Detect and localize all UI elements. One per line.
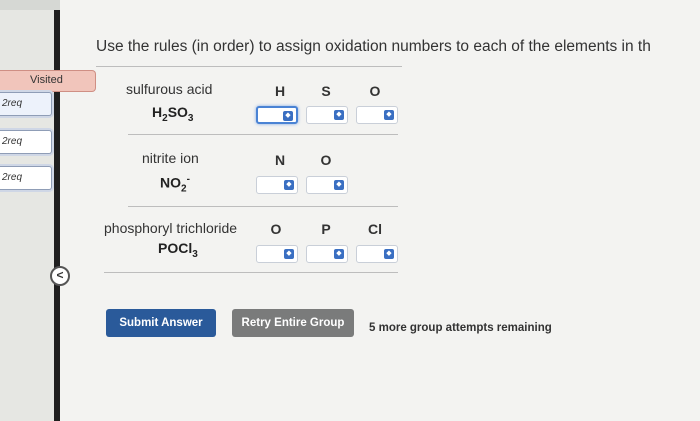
visited-tab[interactable]: Visited [0,70,96,92]
compound-formula: H2SO3 [152,104,194,124]
element-label: S [321,83,331,99]
oxidation-select-s[interactable]: ◆ [306,106,348,124]
divider [128,134,398,135]
chevron-up-down-icon: ◆ [284,180,294,190]
chevron-up-down-icon: ◆ [334,180,344,190]
chevron-up-down-icon: ◆ [334,249,344,259]
element-label: O [320,152,332,168]
chevron-up-down-icon: ◆ [334,110,344,120]
attempts-remaining: 5 more group attempts remaining [369,322,552,334]
compound-name: phosphoryl trichloride [104,220,238,236]
chevron-up-down-icon: ◆ [284,249,294,259]
chevron-up-down-icon: ◆ [384,110,394,120]
sidebar-item-req-3[interactable]: 2req [0,166,52,190]
submit-answer-button[interactable]: Submit Answer [106,309,216,337]
compound-name: sulfurous acid [126,81,213,97]
divider [128,206,398,207]
chevron-up-down-icon: ◆ [384,249,394,259]
element-label: P [321,221,331,237]
element-label: N [274,152,286,168]
chevron-up-down-icon: ◆ [283,111,293,121]
oxidation-select-n[interactable]: ◆ [256,176,298,194]
back-icon[interactable]: < [50,266,70,286]
divider [104,272,398,273]
compound-formula: POCl3 [158,240,198,260]
sidebar-item-req-2[interactable]: 2req [0,130,52,154]
sidebar [0,0,60,421]
oxidation-select-h[interactable]: ◆ [256,106,298,124]
element-label: H [274,83,286,99]
sidebar-item-req-1[interactable]: 2req [0,92,52,116]
sidebar-top-tab [0,0,60,10]
element-label: O [270,221,282,237]
divider [96,66,402,67]
oxidation-select-o[interactable]: ◆ [356,106,398,124]
instruction-text: Use the rules (in order) to assign oxida… [96,38,651,55]
oxidation-select-cl[interactable]: ◆ [356,245,398,263]
element-label: O [369,83,381,99]
element-label: Cl [368,221,382,237]
retry-entire-group-button[interactable]: Retry Entire Group [232,309,354,337]
oxidation-select-o[interactable]: ◆ [306,176,348,194]
oxidation-select-p[interactable]: ◆ [306,245,348,263]
oxidation-select-o[interactable]: ◆ [256,245,298,263]
compound-formula: NO2- [160,174,190,195]
compound-name: nitrite ion [142,150,199,166]
